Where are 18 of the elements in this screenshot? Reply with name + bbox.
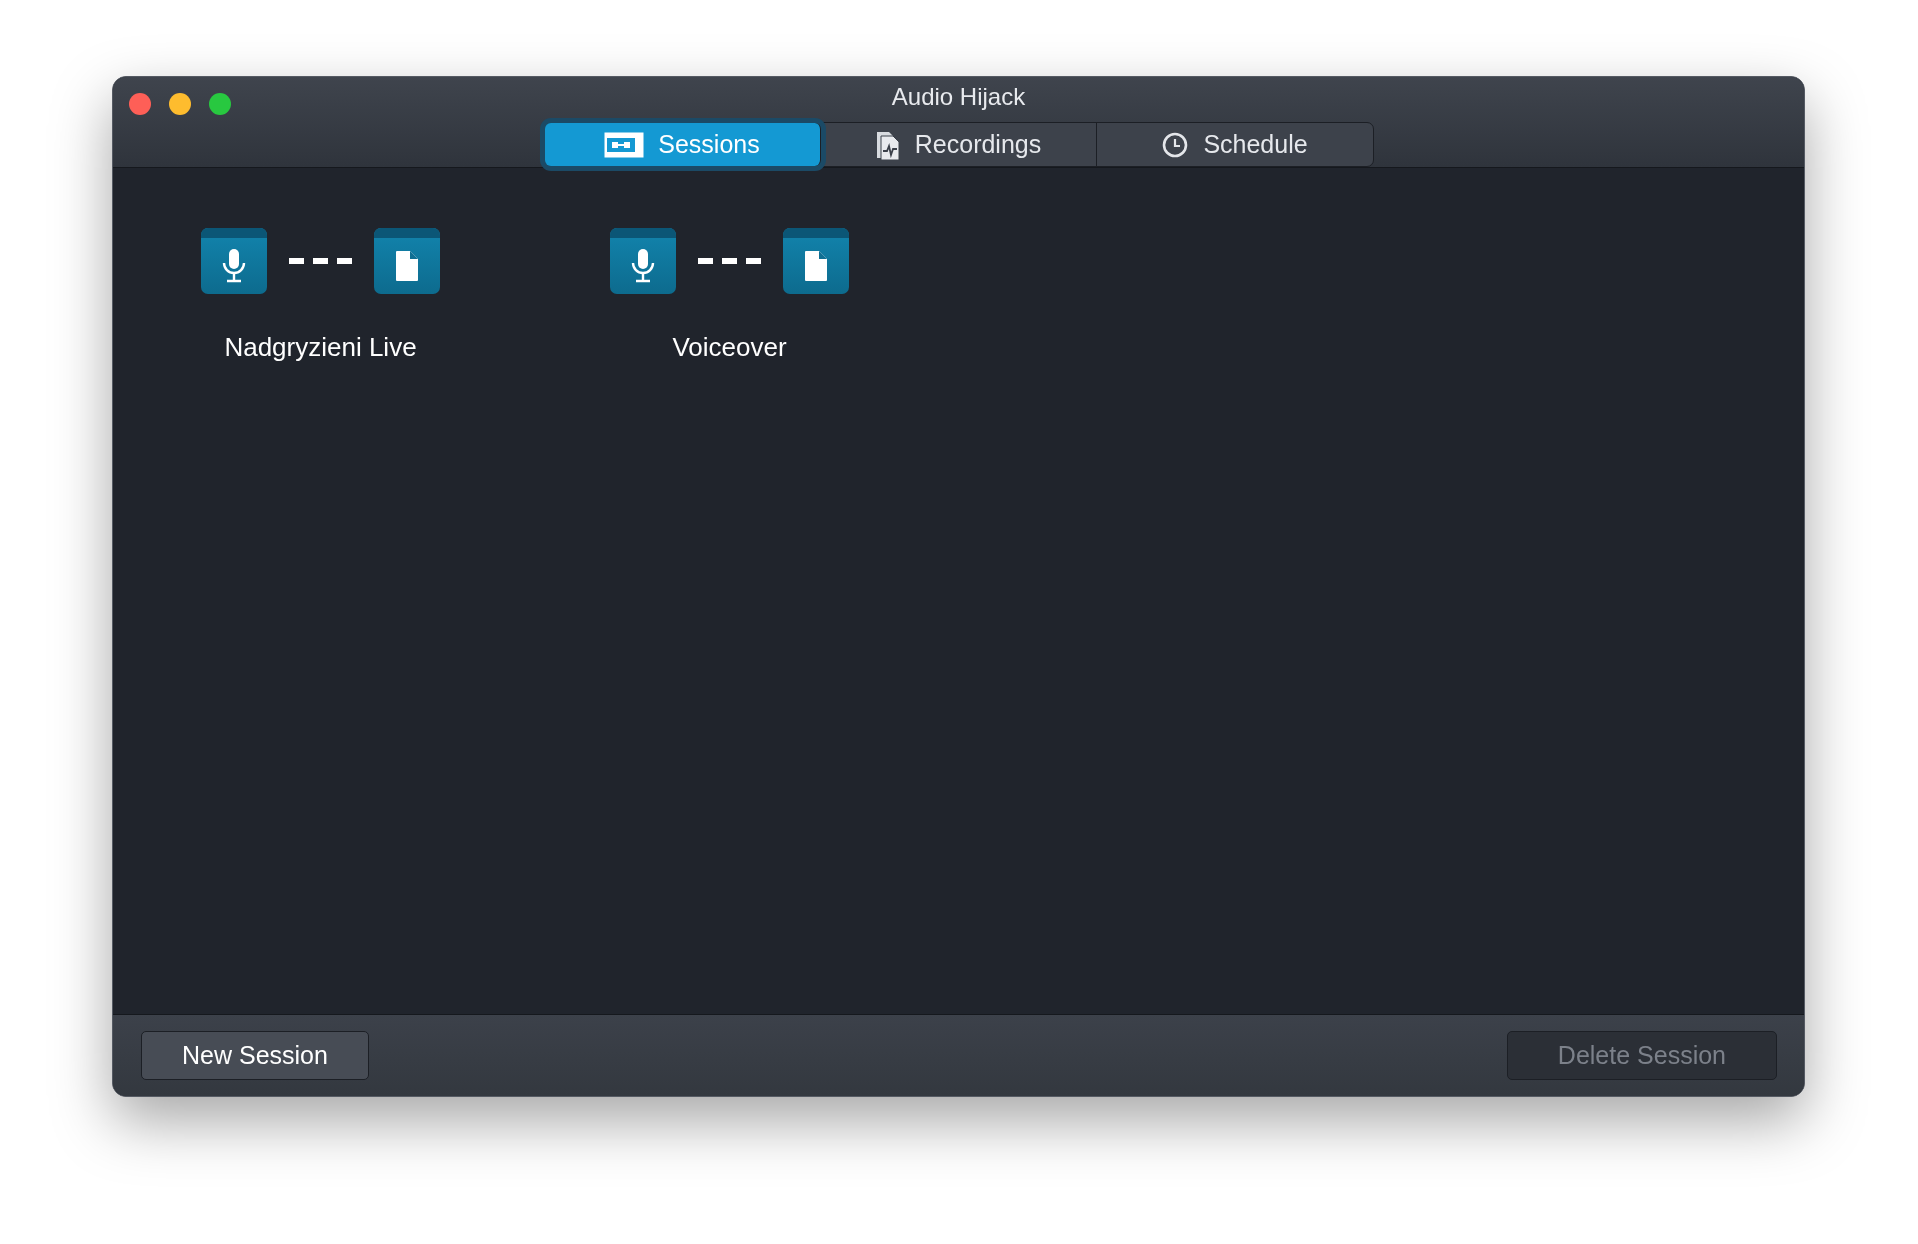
microphone-block-icon[interactable] [610, 228, 676, 294]
document-waveform-icon [874, 129, 901, 160]
dashed-connector [289, 258, 352, 264]
file-block-icon[interactable] [783, 228, 849, 294]
window-title: Audio Hijack [891, 83, 1026, 111]
new-session-button[interactable]: New Session [141, 1031, 369, 1080]
close-button[interactable] [129, 93, 151, 115]
session-name[interactable]: Nadgryzieni Live [224, 332, 417, 363]
session-name[interactable]: Voiceover [672, 332, 787, 363]
microphone-block-icon[interactable] [201, 228, 267, 294]
dashed-connector [698, 258, 761, 264]
tab[interactable]: Schedule [1096, 123, 1373, 166]
tab[interactable]: Recordings [820, 123, 1097, 166]
minimize-button[interactable] [169, 93, 191, 115]
file-block-icon[interactable] [374, 228, 440, 294]
zoom-button[interactable] [209, 93, 231, 115]
clock-icon [1161, 130, 1190, 159]
link-box-icon [604, 131, 645, 158]
